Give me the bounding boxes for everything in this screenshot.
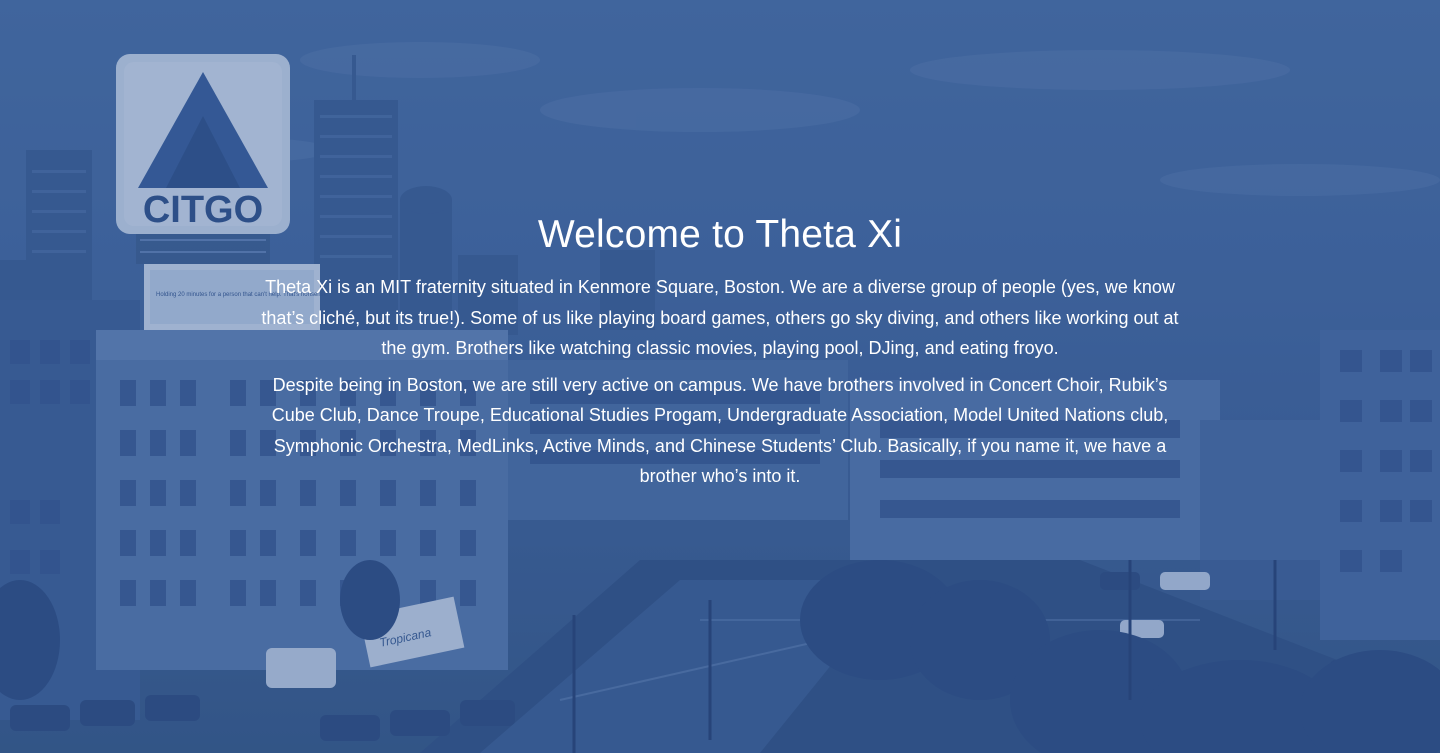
hero-section: CITGO Holding 20 minutes for a person th… [0, 0, 1440, 753]
campus-paragraph: Despite being in Boston, we are still ve… [271, 374, 1169, 487]
intro-paragraph: Theta Xi is an MIT fraternity situated i… [261, 277, 1179, 358]
welcome-content: Welcome to Theta Xi Theta Xi is an MIT f… [260, 212, 1180, 498]
page-title: Welcome to Theta Xi [537, 213, 903, 256]
